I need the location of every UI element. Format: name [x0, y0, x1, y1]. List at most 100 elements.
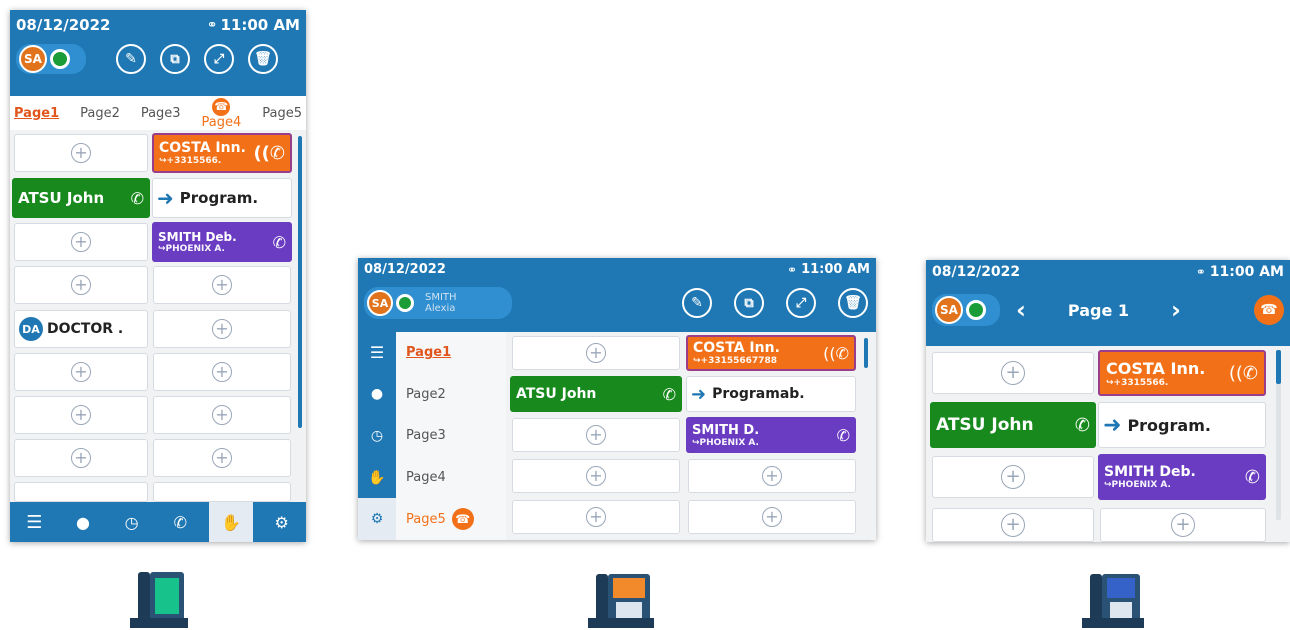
contact-name: ATSU John [18, 189, 105, 207]
user-presence-badge[interactable]: SA SMITH Alexia [364, 287, 512, 319]
programmable-key[interactable]: ➜ Program. [152, 178, 292, 218]
empty-key[interactable]: + [14, 134, 148, 172]
settings-icon[interactable]: ⚙ [262, 502, 302, 542]
copy-icon[interactable]: ⧉ [160, 44, 190, 74]
settings-icon[interactable]: ⚙ [358, 498, 396, 540]
key-grid: + COSTA Inn. ↪+3315566. ((✆ ATSU John ✆ … [926, 346, 1290, 542]
contact-name: COSTA Inn. [693, 340, 780, 356]
voicemail-icon[interactable]: ✆ [160, 502, 200, 542]
speed-dial-costa[interactable]: COSTA Inn. ↪+33155667788 ((✆ [686, 335, 856, 371]
speed-dial-costa[interactable]: COSTA Inn. ↪+3315566. ((✆ [1098, 350, 1266, 396]
empty-key[interactable]: + [153, 353, 291, 391]
copy-icon[interactable]: ⧉ [734, 288, 764, 318]
page-item-1[interactable]: Page1 [396, 332, 506, 374]
empty-key[interactable]: + [14, 439, 148, 477]
contact-name: ATSU John [516, 386, 597, 402]
tab-page4[interactable]: ☎ Page4 [202, 97, 241, 129]
plus-icon: + [586, 343, 606, 363]
page-item-2[interactable]: Page2 [396, 374, 506, 416]
forward-target: ↪PHOENIX A. [692, 437, 759, 448]
plus-icon: + [71, 275, 91, 295]
trash-icon[interactable]: 🗑 [248, 44, 278, 74]
contacts-icon[interactable]: ● [63, 502, 103, 542]
empty-key[interactable]: + [512, 500, 680, 534]
speed-dial-atsu[interactable]: ATSU John ✆ [930, 402, 1096, 448]
empty-key[interactable]: + [512, 418, 680, 452]
user-presence-badge[interactable]: SA [932, 294, 1000, 326]
empty-key[interactable]: + [153, 396, 291, 434]
page-title: Page 1 [1067, 300, 1129, 320]
page-item-5[interactable]: Page5 ☎ [396, 498, 506, 540]
page-item-4[interactable]: Page4 [396, 457, 506, 499]
ringing-phone-icon: ((✆ [1228, 362, 1258, 384]
speed-dial-costa[interactable]: COSTA Inn. ↪+3315566. ((✆ [152, 133, 292, 173]
ringing-phone-icon[interactable]: ☎ [1254, 295, 1284, 325]
plus-icon: + [71, 362, 91, 382]
program-label: Programab. [712, 386, 805, 402]
empty-key[interactable] [153, 482, 291, 502]
empty-key[interactable]: + [153, 266, 291, 304]
programmable-key[interactable]: ➜ Program. [1098, 402, 1266, 448]
phone-portrait-screen: 08/12/2022 ⚭ 11:00 AM SA ✎ ⧉ ⤢ 🗑 Page1 P… [10, 10, 306, 542]
empty-key[interactable]: + [512, 459, 680, 493]
empty-key[interactable]: + [512, 336, 680, 370]
programmable-key[interactable]: ➜ Programab. [686, 376, 856, 412]
empty-key[interactable]: + [1100, 508, 1266, 542]
expand-icon[interactable]: ⤢ [786, 288, 816, 318]
headset-icon: ⚭ [787, 262, 798, 277]
menu-icon[interactable]: ☰ [14, 502, 54, 542]
scrollbar[interactable] [864, 338, 868, 368]
empty-key[interactable]: + [932, 352, 1094, 394]
empty-key[interactable]: + [932, 456, 1094, 498]
speed-dial-doctor[interactable]: DA DOCTOR . [14, 310, 148, 348]
plus-icon: + [71, 448, 91, 468]
empty-key[interactable]: + [688, 459, 856, 493]
speed-dial-smith[interactable]: SMITH Deb. ↪PHOENIX A. ✆ [1098, 454, 1266, 500]
empty-key[interactable]: + [153, 439, 291, 477]
speed-dial-smith[interactable]: SMITH D. ↪PHOENIX A. ✆ [686, 417, 856, 453]
tab-page3[interactable]: Page3 [141, 106, 181, 121]
tab-page5[interactable]: Page5 [262, 106, 302, 121]
menu-icon[interactable]: ☰ [358, 332, 396, 374]
speed-dial-icon[interactable]: ✋ [358, 457, 396, 499]
contacts-icon[interactable]: ● [358, 374, 396, 416]
expand-icon[interactable]: ⤢ [204, 44, 234, 74]
pencil-icon[interactable]: ✎ [682, 288, 712, 318]
date-label: 08/12/2022 [932, 264, 1021, 280]
page-item-3[interactable]: Page3 [396, 415, 506, 457]
plus-icon: + [212, 405, 232, 425]
empty-key[interactable]: + [14, 353, 148, 391]
time-label: 11:00 AM [801, 262, 870, 277]
program-label: Program. [1127, 415, 1211, 435]
empty-key[interactable]: + [14, 266, 148, 304]
pencil-icon[interactable]: ✎ [116, 44, 146, 74]
tab-page1[interactable]: Page1 [14, 106, 59, 121]
plus-icon: + [1001, 465, 1025, 489]
chevron-right-icon[interactable]: › [1171, 296, 1181, 324]
speed-dial-atsu[interactable]: ATSU John ✆ [12, 178, 150, 218]
speed-dial-atsu[interactable]: ATSU John ✆ [510, 376, 682, 412]
bottom-nav: ☰ ● ◷ ✆ ✋ ⚙ [10, 502, 306, 542]
empty-key[interactable]: + [688, 500, 856, 534]
plus-icon: + [212, 275, 232, 295]
handset-icon: ✆ [130, 188, 144, 208]
history-icon[interactable]: ◷ [112, 502, 152, 542]
empty-key[interactable]: + [932, 508, 1094, 542]
empty-key[interactable]: + [14, 223, 148, 261]
empty-key[interactable]: + [153, 310, 291, 348]
speed-dial-icon[interactable]: ✋ [208, 502, 253, 542]
desk-phone-icon [1082, 574, 1144, 628]
tab-page2[interactable]: Page2 [80, 106, 120, 121]
chevron-left-icon[interactable]: ‹ [1016, 296, 1026, 324]
scrollbar[interactable] [298, 136, 302, 428]
contact-name: ATSU John [936, 415, 1034, 435]
history-icon[interactable]: ◷ [358, 415, 396, 457]
trash-icon[interactable]: 🗑 [838, 288, 868, 318]
empty-key[interactable]: + [14, 396, 148, 434]
scrollbar-thumb[interactable] [1276, 350, 1281, 384]
user-presence-badge[interactable]: SA [16, 44, 86, 74]
empty-key[interactable] [14, 482, 148, 502]
speed-dial-smith[interactable]: SMITH Deb. ↪PHOENIX A. ✆ [152, 222, 292, 262]
plus-icon: + [762, 507, 782, 527]
phone-compact-screen: 08/12/2022 ⚭ 11:00 AM SA ‹ Page 1 › ☎ + … [926, 260, 1290, 542]
